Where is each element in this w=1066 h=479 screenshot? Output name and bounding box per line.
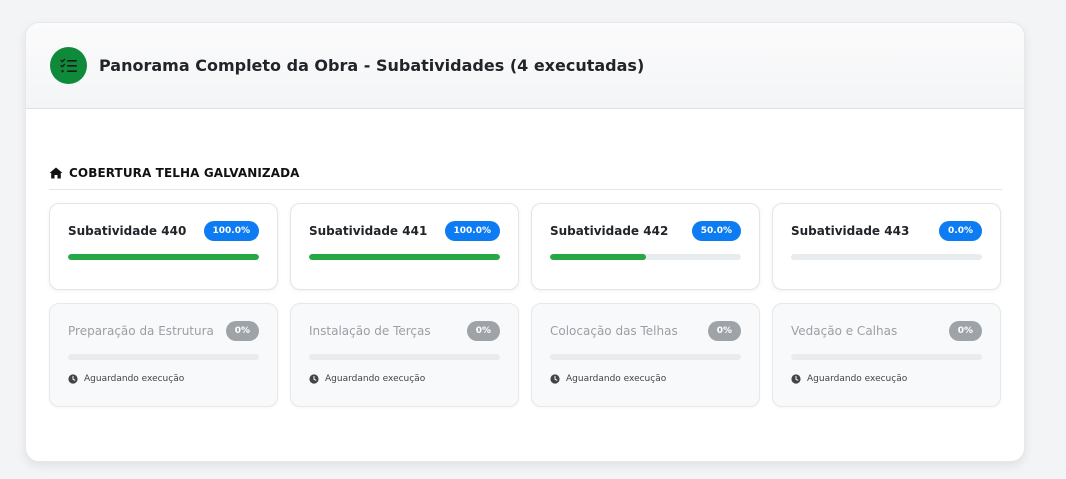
subactivity-grid: Subatividade 440 100.0% Subatividade 441…	[49, 203, 1002, 407]
progress-badge: 100.0%	[444, 221, 500, 241]
pending-subactivity-card[interactable]: Instalação de Terças 0% Aguardando execu…	[290, 303, 519, 407]
status-row: Aguardando execução	[550, 374, 741, 384]
progress-bar-fill	[68, 254, 259, 260]
progress-badge: 100.0%	[203, 221, 259, 241]
subactivity-name: Subatividade 441	[309, 224, 428, 238]
status-row: Aguardando execução	[309, 374, 500, 384]
progress-bar	[550, 254, 741, 260]
status-row: Aguardando execução	[791, 374, 982, 384]
subactivity-card[interactable]: Subatividade 441 100.0%	[290, 203, 519, 290]
clock-icon	[550, 374, 560, 384]
status-text: Aguardando execução	[325, 374, 426, 384]
subactivity-name: Subatividade 440	[68, 224, 187, 238]
progress-bar	[791, 354, 982, 360]
status-text: Aguardando execução	[84, 374, 185, 384]
pending-subactivity-card[interactable]: Colocação das Telhas 0% Aguardando execu…	[531, 303, 760, 407]
progress-bar-fill	[550, 254, 646, 260]
progress-bar	[68, 354, 259, 360]
progress-bar-fill	[309, 254, 500, 260]
section-title: COBERTURA TELHA GALVANIZADA	[69, 166, 300, 180]
subactivity-name: Colocação das Telhas	[550, 324, 678, 338]
progress-badge: 0%	[225, 321, 259, 341]
checklist-icon	[50, 47, 87, 84]
progress-bar	[309, 354, 500, 360]
pending-subactivity-card[interactable]: Preparação da Estrutura 0% Aguardando ex…	[49, 303, 278, 407]
progress-bar	[550, 354, 741, 360]
progress-badge: 0.0%	[939, 221, 982, 241]
subactivity-name: Instalação de Terças	[309, 324, 431, 338]
progress-bar	[68, 254, 259, 260]
subactivity-name: Vedação e Calhas	[791, 324, 898, 338]
progress-badge: 0%	[948, 321, 982, 341]
status-row: Aguardando execução	[68, 374, 259, 384]
progress-badge: 0%	[707, 321, 741, 341]
clock-icon	[791, 374, 801, 384]
subactivity-card[interactable]: Subatividade 443 0.0%	[772, 203, 1001, 290]
home-icon	[49, 167, 63, 179]
subactivity-name: Subatividade 442	[550, 224, 669, 238]
subactivity-card[interactable]: Subatividade 440 100.0%	[49, 203, 278, 290]
clock-icon	[68, 374, 78, 384]
pending-subactivity-card[interactable]: Vedação e Calhas 0% Aguardando execução	[772, 303, 1001, 407]
section-heading: COBERTURA TELHA GALVANIZADA	[49, 166, 1002, 190]
progress-badge: 0%	[466, 321, 500, 341]
panel-header: Panorama Completo da Obra - Subatividade…	[26, 23, 1024, 109]
clock-icon	[309, 374, 319, 384]
page-title: Panorama Completo da Obra - Subatividade…	[99, 56, 645, 75]
progress-bar	[309, 254, 500, 260]
progress-bar	[791, 254, 982, 260]
subactivity-card[interactable]: Subatividade 442 50.0%	[531, 203, 760, 290]
progress-badge: 50.0%	[691, 221, 741, 241]
overview-panel: Panorama Completo da Obra - Subatividade…	[25, 22, 1025, 462]
status-text: Aguardando execução	[566, 374, 667, 384]
subactivity-name: Subatividade 443	[791, 224, 910, 238]
status-text: Aguardando execução	[807, 374, 908, 384]
section-cobertura: COBERTURA TELHA GALVANIZADA Subatividade…	[49, 166, 1002, 407]
subactivity-name: Preparação da Estrutura	[68, 324, 214, 338]
